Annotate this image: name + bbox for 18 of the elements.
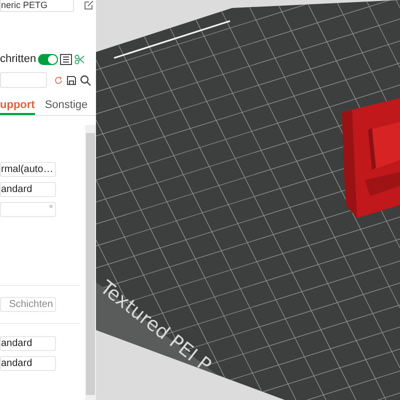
search-field[interactable] [0,72,47,88]
scrollbar[interactable] [85,125,96,400]
input-field[interactable]: andard [0,356,56,371]
input-field[interactable]: Schichten [0,297,56,312]
input-field[interactable]: ° [0,202,56,217]
section-label: chritten [0,52,36,67]
search-icon[interactable] [80,74,91,86]
filament-field[interactable]: neric PETG [0,0,74,12]
tab[interactable]: Sonstige [44,99,88,115]
input-field[interactable]: andard [0,336,56,351]
list-icon[interactable] [60,54,72,64]
edit-icon[interactable] [84,0,94,10]
input-field[interactable]: rmal(auto… [0,162,56,177]
refresh-icon[interactable] [54,76,63,84]
save-icon[interactable] [67,76,76,84]
toggle-switch[interactable] [38,54,58,64]
input-field[interactable]: andard [0,182,56,197]
tab[interactable]: upport [0,99,35,115]
